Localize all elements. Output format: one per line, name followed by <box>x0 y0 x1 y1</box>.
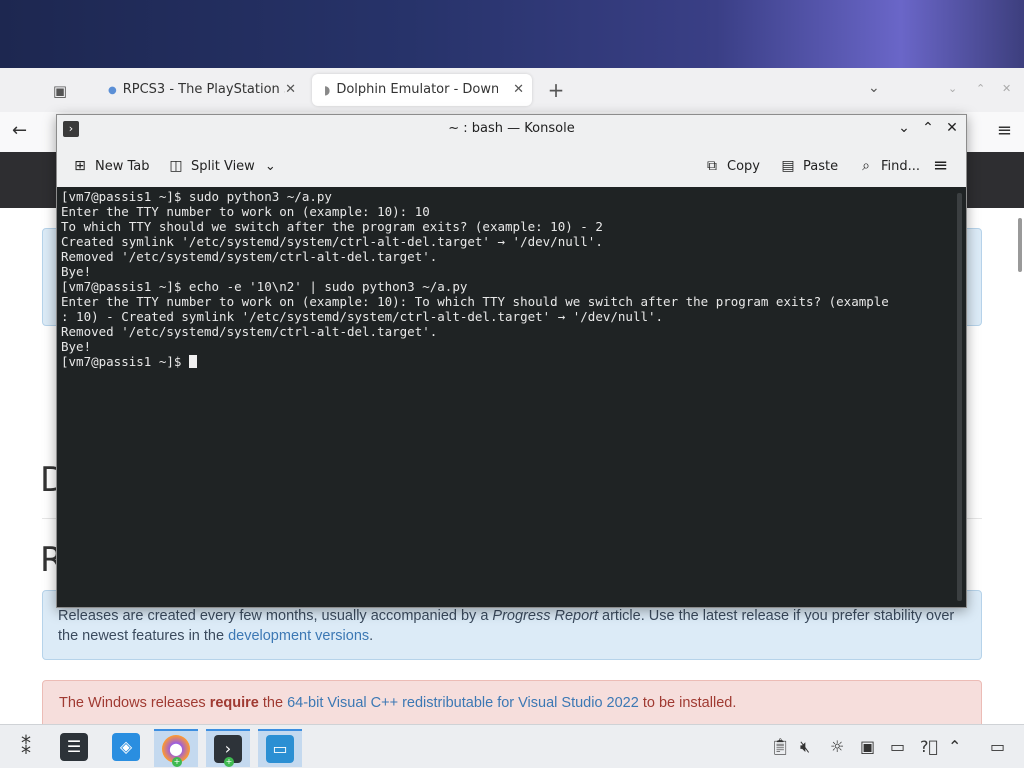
terminal-cursor <box>188 355 197 368</box>
konsole-icon[interactable]: › + <box>206 729 250 767</box>
application-launcher-icon[interactable]: ⁑ <box>4 729 48 767</box>
discover-store-icon[interactable]: ◈ <box>104 729 148 767</box>
tab-label: RPCS3 - The PlayStation 3 Emulator <box>122 82 285 97</box>
close-icon[interactable]: ✕ <box>943 119 961 137</box>
terminal-line: [vm7@passis1 ~]$ echo -e '10\n2' | sudo … <box>61 279 468 294</box>
clipboard-icon[interactable]: 📋︎ <box>770 737 790 756</box>
browser-tab-bar: ▣ ●RPCS3 - The PlayStation 3 Emulator ✕ … <box>0 68 1024 112</box>
volume-muted-icon[interactable]: 🔇︎ <box>800 737 810 757</box>
minimize-icon[interactable]: ⌄ <box>895 119 913 137</box>
minimize-icon[interactable]: ⌄ <box>948 82 957 95</box>
maximize-icon[interactable]: ⌃ <box>976 82 985 95</box>
hamburger-menu-icon[interactable]: ≡ <box>933 155 948 177</box>
konsole-title-bar[interactable]: › ~ : bash — Konsole ⌄ ⌃ ✕ <box>57 115 966 143</box>
task-badge-icon: + <box>224 757 234 767</box>
terminal-scrollbar[interactable] <box>957 193 962 601</box>
back-arrow-icon[interactable]: ← <box>12 120 27 141</box>
vc-redist-link[interactable]: 64-bit Visual C++ redistributable for Vi… <box>287 695 639 711</box>
dolphin-favicon-icon: ◗ <box>324 83 331 97</box>
paste-icon: ▤ <box>781 158 795 174</box>
search-icon: ⌕ <box>862 158 870 174</box>
copy-icon: ⧉ <box>707 158 717 174</box>
show-desktop-icon[interactable]: ▭ <box>990 737 1005 756</box>
new-tab-button[interactable]: + <box>544 78 568 102</box>
tray-expand-icon[interactable]: ⌃ <box>948 737 961 756</box>
terminal-line: To which TTY should we switch after the … <box>61 219 603 234</box>
tab-list-icon[interactable]: ▣ <box>46 78 74 104</box>
terminal-output: [vm7@passis1 ~]$ sudo python3 ~/a.py Ent… <box>61 189 889 369</box>
terminal-line: Removed '/etc/systemd/system/ctrl-alt-de… <box>61 324 438 339</box>
terminal-line: Created symlink '/etc/systemd/system/ctr… <box>61 234 603 249</box>
task-badge-icon: + <box>172 757 182 767</box>
terminal-lines: [vm7@passis1 ~]$ sudo python3 ~/a.py Ent… <box>61 189 889 354</box>
firefox-icon[interactable]: ● + <box>154 729 198 767</box>
tab-dolphin[interactable]: ◗ Dolphin Emulator - Download ✕ <box>312 74 532 106</box>
terminal-line: Bye! <box>61 339 92 354</box>
terminal-line: : 10) - Created symlink '/etc/systemd/sy… <box>61 309 664 324</box>
windows-requirement-alert: The Windows releases require the 64-bit … <box>42 680 982 728</box>
split-view-button[interactable]: ◫ Split View ⌄ <box>167 155 276 177</box>
dolphin-file-manager-icon[interactable]: ▭ <box>258 729 302 767</box>
tab-rpcs3[interactable]: ● RPCS3 - The PlayStation 3 Emulator ✕ <box>96 74 304 106</box>
help-icon[interactable]: ?⃝ <box>920 737 938 756</box>
terminal-area[interactable]: [vm7@passis1 ~]$ sudo python3 ~/a.py Ent… <box>57 187 966 607</box>
window-title: ~ : bash — Konsole <box>448 121 575 136</box>
list-all-tabs-chevron-icon[interactable]: ⌄ <box>868 80 880 96</box>
tab-close-icon[interactable]: ✕ <box>285 74 296 106</box>
terminal-line: Removed '/etc/systemd/system/ctrl-alt-de… <box>61 249 438 264</box>
system-settings-icon[interactable]: ☰ <box>52 729 96 767</box>
tab-close-icon[interactable]: ✕ <box>513 74 524 106</box>
display-config-icon[interactable]: ▭ <box>890 737 905 756</box>
paste-button[interactable]: ▤ Paste <box>779 155 838 177</box>
releases-description: Releases are created every few months, u… <box>58 608 955 644</box>
new-tab-icon: ⊞ <box>74 158 86 174</box>
copy-button[interactable]: ⧉ Copy <box>703 155 760 177</box>
development-versions-link[interactable]: development versions <box>228 628 369 644</box>
tab-label: Dolphin Emulator - Download <box>336 82 499 97</box>
terminal-line: [vm7@passis1 ~]$ sudo python3 ~/a.py <box>61 189 332 204</box>
terminal-line: Enter the TTY number to work on (example… <box>61 294 889 309</box>
desktop-wallpaper <box>0 0 1024 70</box>
konsole-window: › ~ : bash — Konsole ⌄ ⌃ ✕ ⊞ New Tab ◫ Spl… <box>56 114 967 608</box>
maximize-icon[interactable]: ⌃ <box>919 119 937 137</box>
hamburger-menu-icon[interactable]: ≡ <box>997 120 1012 141</box>
terminal-line: Enter the TTY number to work on (example… <box>61 204 430 219</box>
terminal-prompt: [vm7@passis1 ~]$ <box>61 354 189 369</box>
terminal-line: Bye! <box>61 264 92 279</box>
brightness-icon[interactable]: ☼ <box>830 737 844 756</box>
close-window-icon[interactable]: ✕ <box>1002 82 1011 95</box>
tab-loading-dot-icon: ● <box>108 85 117 96</box>
chevron-down-icon: ⌄ <box>264 159 276 174</box>
storage-icon[interactable]: ▣ <box>860 737 875 756</box>
page-scrollbar[interactable] <box>1018 218 1022 272</box>
new-tab-button[interactable]: ⊞ New Tab <box>71 155 149 177</box>
taskbar: ⁑ ☰ ◈ ● + › + ▭ 📋︎ 🔇︎ ☼ ▣ ▭ ?⃝ ⌃ ▭ <box>0 724 1024 768</box>
konsole-toolbar: ⊞ New Tab ◫ Split View ⌄ ⧉ Copy ▤ Paste ⌕ Find… <box>57 143 966 187</box>
split-view-icon: ◫ <box>169 158 183 174</box>
find-button[interactable]: ⌕ Find... <box>857 155 920 177</box>
windows-requirement-text: The Windows releases require the 64-bit … <box>59 695 737 711</box>
